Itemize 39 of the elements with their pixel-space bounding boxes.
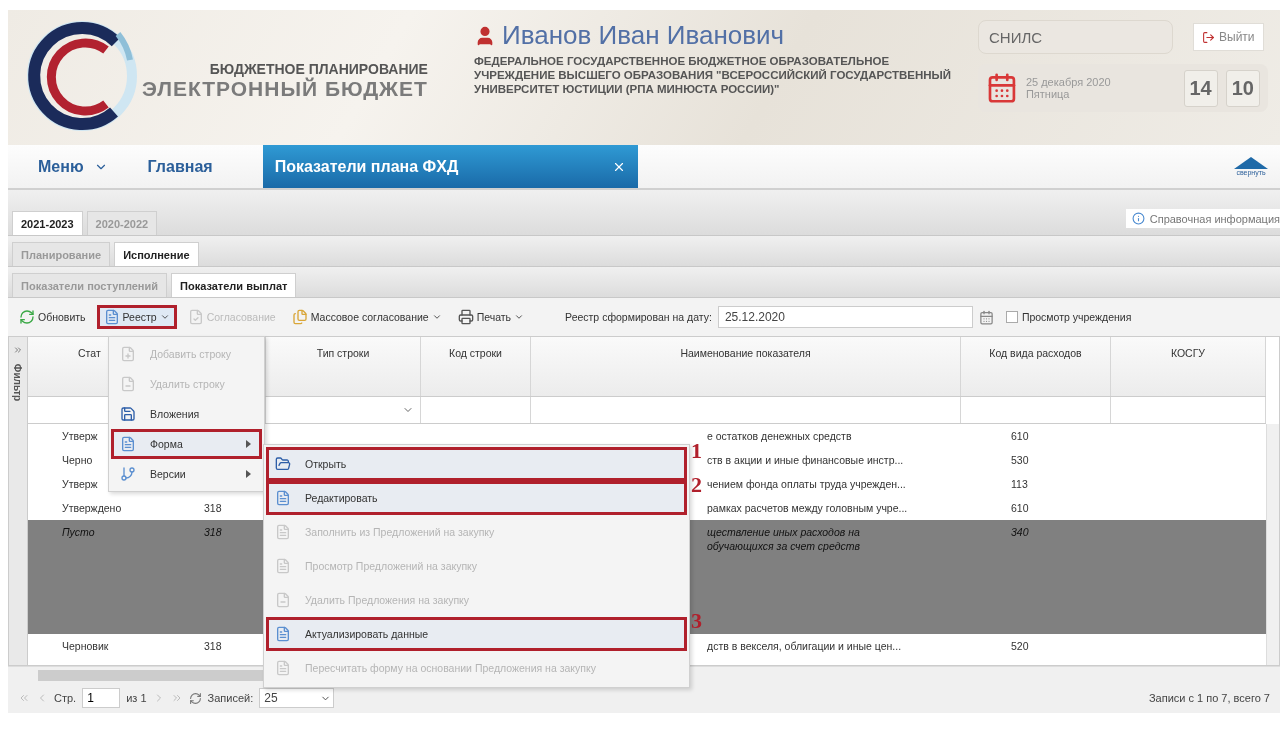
annotation-number: 1 [691,440,702,462]
user-name: Иванов Иван Иванович [502,20,785,51]
expense-code-cell: 113 [1011,478,1028,490]
status-cell: Утверждено [62,502,122,514]
records-summary: Записи с 1 по 7, всего 7 [1148,692,1270,704]
page-size-label: Записей: [207,692,254,704]
date-label: Реестр сформирован на дату: [565,311,712,323]
product-subtitle: БЮДЖЕТНОЕ ПЛАНИРОВАНИЕ [209,61,428,77]
product-title: ЭЛЕКТРОННЫЙ БЮДЖЕТ [142,77,428,101]
filter-label: Фильтр [12,363,24,402]
expense-code-cell: 520 [1011,640,1029,652]
indicator-name-cell-text: е остатков денежных средств [707,429,853,443]
expense-code-cell: 610 [1011,502,1029,514]
annotation-number: 2 [691,474,702,496]
annotation-number: 3 [691,610,702,632]
status-cell: Утверж [62,430,98,442]
clock-minutes: 10 [1225,69,1260,107]
indicator-name-cell-text: дств в векселя, облигации и иные цен... [707,639,903,653]
weekday-text: Пятница [1025,88,1071,100]
expense-code-cell: 610 [1011,430,1029,442]
table-cell: 318 [204,526,222,538]
expense-code-cell: 340 [1011,526,1029,538]
status-cell: Черно [62,454,93,466]
table-cell: 318 [204,502,222,514]
status-cell: Черновик [62,640,109,652]
page-label: Стр. [54,692,77,704]
indicator-name-cell-text: ств в акции и иные финансовые инстр... [707,453,905,467]
indicator-name-cell-text: рамках расчетов между головным учре... [707,501,909,515]
checkbox-label: Просмотр учреждения [1021,311,1132,323]
clock-hours: 14 [1183,69,1218,107]
organization-name: ФЕДЕРАЛЬНОЕ ГОСУДАРСТВЕННОЕ БЮДЖЕТНОЕ ОБРАЗОВАТЕЛЬНОЕ УЧРЕЖДЕНИЕ ВЫСШЕГО ОБРАЗОВАНИЯ "ВСЕРОССИЙСКИЙ ГОСУДАРСТВЕННЫЙ УНИВЕРСИТЕТ ЮСТИЦИИ (РПА МИНЮСТА РОССИИ)" [474,54,953,96]
date-text: 25 декабря 2020 [1025,76,1112,88]
page-count: из 1 [126,692,147,704]
status-cell: Утверж [62,478,98,490]
indicator-name-cell-text: чением фонда оплаты труда учрежден... [707,477,907,491]
indicator-name-cell-text: ществление иных расходов на обучающихся за счет средств [707,525,861,553]
status-cell: Пусто [62,526,95,538]
expense-code-cell: 530 [1011,454,1029,466]
table-cell: 318 [204,640,222,652]
